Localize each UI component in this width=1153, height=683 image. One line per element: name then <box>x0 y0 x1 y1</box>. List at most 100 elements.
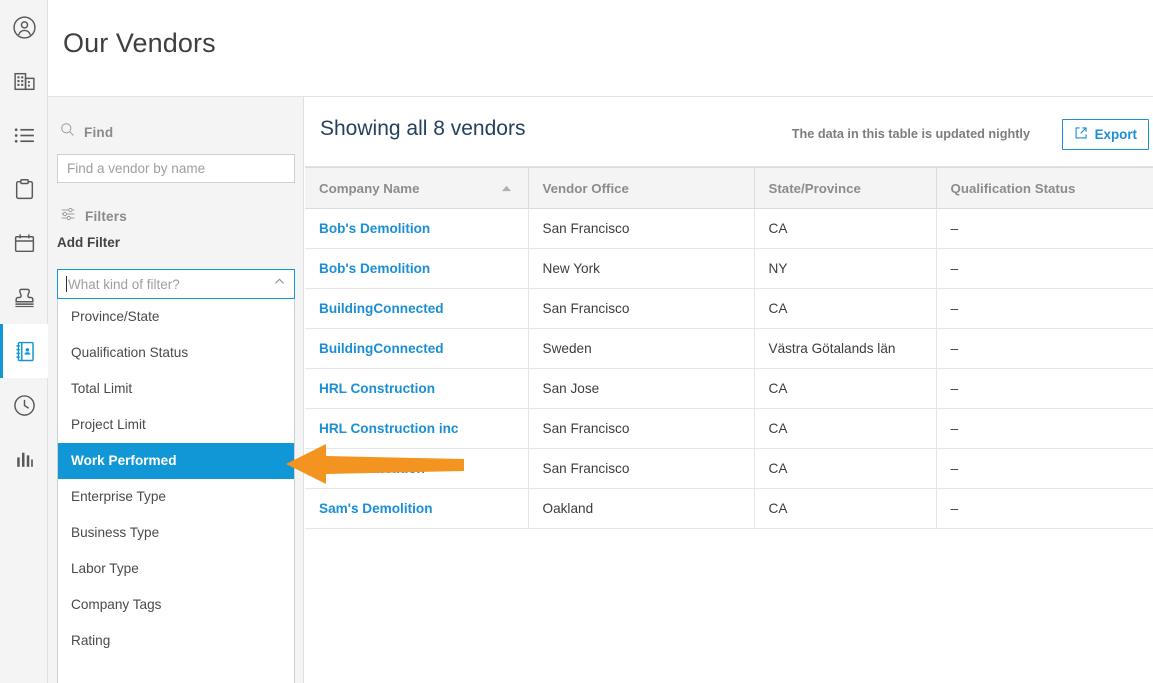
cell-company-name: Bob's Demolition <box>305 208 529 249</box>
vendor-link[interactable]: HRL Construction inc <box>319 421 458 436</box>
filter-type-dropdown[interactable]: Province/State Qualification Status Tota… <box>57 299 295 683</box>
column-header-qualification-status-label: Qualification Status <box>950 180 1076 196</box>
cell-qualification-status: – <box>936 408 1153 449</box>
column-header-company-name[interactable]: Company Name <box>305 167 529 209</box>
column-header-state-province-label: State/Province <box>768 180 861 196</box>
sidebar-item-bid-board[interactable] <box>0 162 48 216</box>
dropdown-option-enterprise-type[interactable]: Enterprise Type <box>58 479 294 515</box>
search-icon <box>60 122 75 142</box>
app-root: Our Vendors Find Find a vendor by name F… <box>0 0 1153 683</box>
clipboard-icon <box>12 177 37 202</box>
export-button[interactable]: Export <box>1061 119 1149 150</box>
cell-state-province: CA <box>754 448 937 489</box>
table-row[interactable]: HRL Construction San Jose CA – <box>305 368 1153 409</box>
updated-note: The data in this table is updated nightl… <box>791 127 1030 141</box>
cell-qualification-status: – <box>936 368 1153 409</box>
table-row[interactable]: Sam's Demolition Oakland CA – <box>305 488 1153 529</box>
dropdown-option-rating[interactable]: Rating <box>58 623 294 659</box>
vendor-link[interactable]: Sam's Demolition <box>319 501 433 516</box>
dropdown-option-company-tags[interactable]: Company Tags <box>58 587 294 623</box>
dropdown-option-province-state[interactable]: Province/State <box>58 299 294 335</box>
column-header-vendor-office-label: Vendor Office <box>542 180 629 196</box>
cell-vendor-office: San Francisco <box>528 288 755 329</box>
cell-state-province: CA <box>754 368 937 409</box>
cell-vendor-office: Sweden <box>528 328 755 369</box>
dropdown-option-business-type[interactable]: Business Type <box>58 515 294 551</box>
sidebar-item-company[interactable] <box>0 54 48 108</box>
add-filter-label: Add Filter <box>57 235 120 250</box>
export-label: Export <box>1094 127 1137 142</box>
main-content: Showing all 8 vendors The data in this t… <box>305 97 1153 683</box>
cell-company-name: BuildingConnected <box>305 328 529 369</box>
sidebar-item-profile[interactable] <box>0 0 48 54</box>
bar-chart-icon <box>12 447 37 472</box>
filter-type-select[interactable]: What kind of filter? <box>57 269 295 299</box>
cell-company-name: Sam's Demolition <box>305 488 529 529</box>
column-header-state-province[interactable]: State/Province <box>754 167 937 209</box>
cell-qualification-status: – <box>936 448 1153 489</box>
table-row[interactable]: Bob's Demolition San Francisco CA – <box>305 208 1153 249</box>
calendar-icon <box>12 231 37 256</box>
vendor-link[interactable]: Bob's Demolition <box>319 261 430 276</box>
vendor-link[interactable]: BuildingConnected <box>319 301 444 316</box>
sidebar-item-reports[interactable] <box>0 432 48 486</box>
dropdown-option-labor-type[interactable]: Labor Type <box>58 551 294 587</box>
vendors-table-body: Bob's Demolition San Francisco CA – Bob'… <box>305 208 1153 529</box>
left-icon-rail <box>0 0 48 683</box>
sidebar-item-calendar[interactable] <box>0 216 48 270</box>
cell-company-name: BuildingConnected <box>305 288 529 329</box>
vendors-table: Company Name Vendor Office State/Provinc… <box>305 167 1153 529</box>
table-row[interactable]: Bob's Demolition New York NY – <box>305 248 1153 289</box>
vendor-link[interactable]: BuildingConnected <box>319 341 444 356</box>
table-row[interactable]: BuildingConnected Sweden Västra Götaland… <box>305 328 1153 369</box>
table-row[interactable]: HRL Construction inc San Francisco CA – <box>305 408 1153 449</box>
cell-state-province: NY <box>754 248 937 289</box>
dropdown-option-total-limit[interactable]: Total Limit <box>58 371 294 407</box>
contact-book-icon <box>13 339 38 364</box>
cell-qualification-status: – <box>936 488 1153 529</box>
cell-company-name: Bob's Demolition <box>305 248 529 289</box>
cell-state-province: Västra Götalands län <box>754 328 937 369</box>
chevron-up-icon[interactable] <box>273 275 286 293</box>
cell-company-name: Pat's Demolition <box>305 448 529 489</box>
column-header-qualification-status[interactable]: Qualification Status <box>936 167 1153 209</box>
sidebar-item-history[interactable] <box>0 378 48 432</box>
cell-company-name: HRL Construction inc <box>305 408 529 449</box>
cell-state-province: CA <box>754 288 937 329</box>
filters-label: Filters <box>85 209 127 224</box>
sidebar-item-opportunities[interactable] <box>0 108 48 162</box>
filter-type-placeholder: What kind of filter? <box>68 276 180 292</box>
vendor-link[interactable]: HRL Construction <box>319 381 435 396</box>
results-count-title: Showing all 8 vendors <box>320 117 526 140</box>
find-section-header: Find <box>60 122 113 142</box>
table-toolbar: Showing all 8 vendors The data in this t… <box>305 97 1153 167</box>
text-caret <box>66 276 67 292</box>
sidebar-item-vendors[interactable] <box>0 324 48 378</box>
list-icon <box>12 123 37 148</box>
find-label: Find <box>84 124 114 140</box>
cell-vendor-office: New York <box>528 248 755 289</box>
page-title: Our Vendors <box>63 28 216 58</box>
cell-vendor-office: San Jose <box>528 368 755 409</box>
dropdown-option-work-performed[interactable]: Work Performed <box>58 443 294 479</box>
cell-vendor-office: San Francisco <box>528 408 755 449</box>
column-header-vendor-office[interactable]: Vendor Office <box>528 167 755 209</box>
table-row[interactable]: BuildingConnected San Francisco CA – <box>305 288 1153 329</box>
cell-vendor-office: Oakland <box>528 488 755 529</box>
filter-panel: Find Filters Add Filter What kind of fil… <box>48 97 304 683</box>
cell-state-province: CA <box>754 408 937 449</box>
dropdown-option-qualification-status[interactable]: Qualification Status <box>58 335 294 371</box>
dropdown-option-project-limit[interactable]: Project Limit <box>58 407 294 443</box>
table-row[interactable]: Pat's Demolition San Francisco CA – <box>305 448 1153 489</box>
search-input[interactable] <box>57 154 295 183</box>
company-icon <box>12 69 37 94</box>
profile-icon <box>12 15 37 40</box>
cell-qualification-status: – <box>936 208 1153 249</box>
vendor-link[interactable]: Pat's Demolition <box>319 461 425 476</box>
clock-icon <box>12 393 37 418</box>
sort-ascending-icon <box>501 181 512 196</box>
vendor-link[interactable]: Bob's Demolition <box>319 221 430 236</box>
filters-section-header: Filters <box>60 206 127 227</box>
sidebar-item-qualification[interactable] <box>0 270 48 324</box>
cell-qualification-status: – <box>936 288 1153 329</box>
